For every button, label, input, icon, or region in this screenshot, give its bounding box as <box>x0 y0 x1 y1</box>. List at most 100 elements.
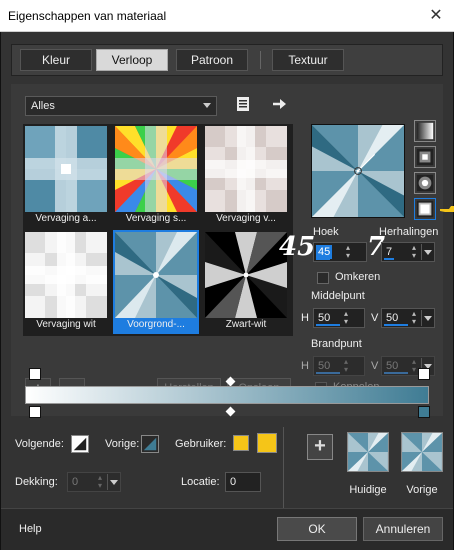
gradient-thumbnail <box>205 232 287 318</box>
chevron-down-icon[interactable] <box>421 244 433 260</box>
center-h-spinner[interactable]: 50 ▴ ▾ <box>313 308 365 328</box>
help-button[interactable]: Help <box>19 523 42 535</box>
center-v-spinner[interactable]: 50 ▴ ▾ <box>381 308 435 328</box>
top-stop-marker-left[interactable] <box>29 368 41 380</box>
repeats-spinner[interactable]: 7 ▴ ▾ <box>381 242 435 262</box>
opacity-label: Dekking: <box>15 476 58 488</box>
arrow-right-icon[interactable] <box>271 96 289 112</box>
style-sunburst-button[interactable] <box>414 198 436 220</box>
next-stop-button[interactable] <box>71 435 89 453</box>
dialog-body: Kleur Verloop Patroon Textuur Alles Verv… <box>0 32 454 550</box>
center-h-label: H <box>301 312 309 324</box>
cancel-button[interactable]: Annuleren <box>363 517 443 541</box>
center-v-value[interactable]: 50 <box>384 311 400 325</box>
current-caption: Huidige <box>349 484 387 496</box>
spin-arrows-icon[interactable]: ▴ ▾ <box>344 244 352 260</box>
location-value[interactable]: 0 <box>228 475 238 489</box>
focal-label: Brandpunt <box>311 338 362 350</box>
center-label: Middelpunt <box>311 290 365 302</box>
spin-arrows-icon[interactable]: ▴ ▾ <box>342 310 350 326</box>
spin-arrows-icon[interactable]: ▴ ▾ <box>410 244 418 260</box>
spin-arrows-icon[interactable]: ▴ ▾ <box>410 310 418 326</box>
angle-value[interactable]: 45 <box>316 245 333 259</box>
chevron-down-icon[interactable] <box>421 310 433 326</box>
add-stop-button[interactable]: + <box>307 434 333 460</box>
gradient-thumbnail <box>25 126 107 212</box>
style-rectangular-button[interactable] <box>414 146 436 168</box>
tab-patroon[interactable]: Patroon <box>176 49 248 71</box>
invert-label: Omkeren <box>335 271 381 283</box>
center-h-slider-indicator <box>316 324 340 326</box>
dialog-footer: Help OK Annuleren <box>1 508 453 550</box>
focal-v-slider-indicator <box>384 372 408 374</box>
tab-separator <box>260 51 261 69</box>
previous-swatch[interactable] <box>401 432 443 472</box>
center-v-label: V <box>371 312 379 324</box>
gradient-swatch[interactable]: Vervaging a... <box>25 126 107 226</box>
swatch-label: Vervaging a... <box>35 213 97 224</box>
title-bar: Eigenschappen van materiaal ✕ <box>0 0 454 32</box>
gradient-preview[interactable] <box>311 124 405 218</box>
tab-textuur[interactable]: Textuur <box>272 49 344 71</box>
top-stop-marker-right[interactable] <box>418 368 430 380</box>
color-stop-marker-right[interactable] <box>418 406 430 418</box>
location-label: Locatie: <box>181 476 220 488</box>
ok-button[interactable]: OK <box>277 517 357 541</box>
tab-verloop[interactable]: Verloop <box>96 49 168 71</box>
user-color-chip[interactable] <box>233 435 249 451</box>
angle-label: Hoek <box>313 226 339 238</box>
focal-h-slider-indicator <box>316 372 340 374</box>
swatch-label: Voorgrond-... <box>115 318 197 332</box>
angle-slider-indicator <box>316 258 330 260</box>
gradient-swatch-selected[interactable]: Voorgrond-... <box>113 230 199 334</box>
location-field[interactable]: 0 <box>225 472 261 492</box>
chevron-down-icon <box>203 103 211 108</box>
next-label: Volgende: <box>15 438 64 450</box>
gradient-swatch[interactable]: Zwart-wit <box>205 232 287 332</box>
opacity-spinner[interactable]: 0 ▴ ▾ <box>67 472 121 492</box>
prev-stop-button[interactable] <box>141 435 159 453</box>
spin-arrows-icon[interactable]: ▴ ▾ <box>410 358 418 374</box>
prev-label: Vorige: <box>105 438 140 450</box>
gradient-thumbnail <box>115 232 197 318</box>
spin-arrows-icon[interactable]: ▴ ▾ <box>342 358 350 374</box>
center-v-slider-indicator <box>384 324 408 326</box>
gradient-swatch[interactable]: Vervaging v... <box>205 126 287 226</box>
gradient-swatch[interactable]: Vervaging s... <box>115 126 197 226</box>
user-color-swatch[interactable] <box>257 433 277 453</box>
style-radial-button[interactable] <box>414 172 436 194</box>
current-swatch[interactable] <box>347 432 389 472</box>
window-title: Eigenschappen van materiaal <box>8 9 167 23</box>
style-linear-button[interactable] <box>414 120 436 142</box>
chevron-down-icon[interactable] <box>107 474 119 490</box>
annotation-angle: 45 <box>279 232 316 262</box>
color-stop-marker-left[interactable] <box>29 406 41 418</box>
gradient-section: Alles Vervaging a... Vervaging s... Verv… <box>11 84 454 416</box>
invert-checkbox[interactable] <box>317 272 329 284</box>
tab-bar: Kleur Verloop Patroon Textuur <box>11 44 443 76</box>
focal-v-value[interactable]: 50 <box>384 359 400 373</box>
tab-kleur[interactable]: Kleur <box>20 49 92 71</box>
gradient-swatch[interactable]: Vervaging wit <box>25 232 107 332</box>
repeats-value[interactable]: 7 <box>384 245 394 259</box>
swatch-label: Vervaging v... <box>216 213 276 224</box>
repeats-label: Herhalingen <box>379 226 439 238</box>
spin-arrows-icon[interactable]: ▴ ▾ <box>96 474 104 490</box>
gradient-grid: Vervaging a... Vervaging s... Vervaging … <box>23 124 293 336</box>
angle-spinner[interactable]: 45 ▴ ▾ <box>313 242 367 262</box>
category-dropdown[interactable]: Alles <box>25 96 217 116</box>
focal-h-label: H <box>301 360 309 372</box>
focal-h-spinner[interactable]: 50 ▴ ▾ <box>313 356 365 376</box>
category-value: Alles <box>31 100 55 112</box>
close-icon[interactable]: ✕ <box>424 4 448 28</box>
previous-caption: Vorige <box>406 484 438 496</box>
swatch-label: Vervaging wit <box>36 319 96 330</box>
resource-manager-icon[interactable] <box>235 96 251 112</box>
center-h-value[interactable]: 50 <box>316 311 332 325</box>
focal-h-value[interactable]: 50 <box>316 359 332 373</box>
opacity-value[interactable]: 0 <box>70 475 80 489</box>
user-label: Gebruiker: <box>175 438 227 450</box>
gradient-editor-track[interactable] <box>25 386 429 404</box>
pointer-hand-icon <box>440 206 454 212</box>
focal-v-label: V <box>371 360 379 372</box>
